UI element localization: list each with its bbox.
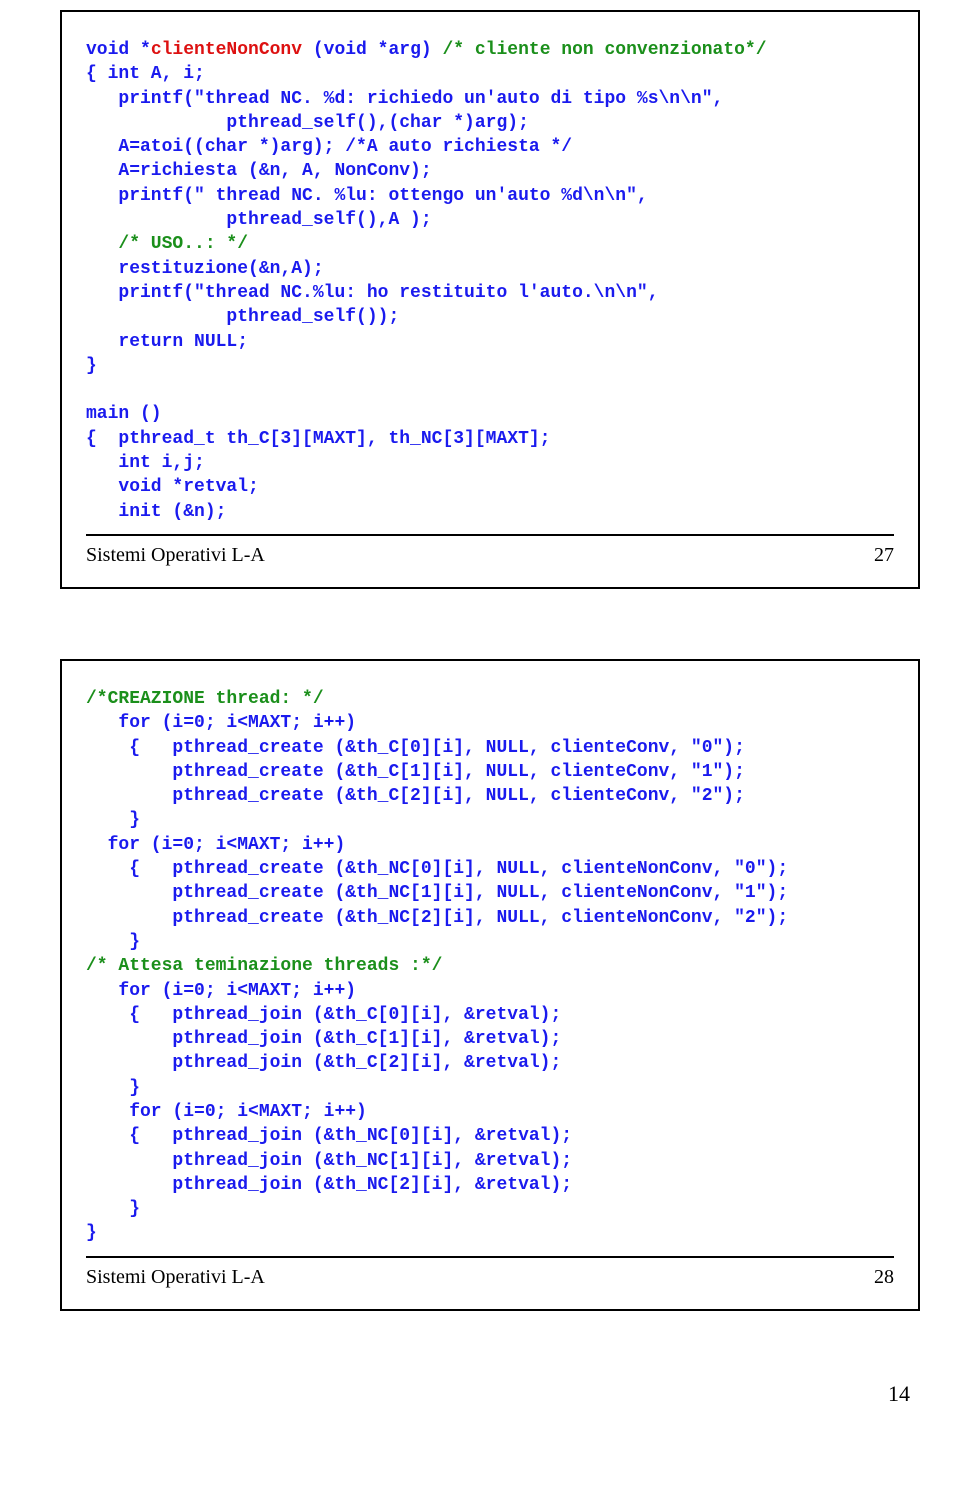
slide-1-content: void *clienteNonConv (void *arg) /* clie…	[86, 38, 894, 567]
code-line: restituzione(&n,A);	[86, 259, 324, 279]
slide-footer-title: Sistemi Operativi L-A	[86, 544, 265, 567]
code-line: pthread_create (&th_NC[2][i], NULL, clie…	[86, 908, 788, 928]
code-line: void *	[86, 40, 151, 60]
code-line: A=atoi((char *)arg); /*A auto richiesta …	[86, 137, 572, 157]
code-line: init (&n);	[86, 502, 226, 522]
code-line: pthread_self(),A );	[86, 210, 432, 230]
slide-2: /*CREAZIONE thread: */ for (i=0; i<MAXT;…	[60, 659, 920, 1311]
code-line: { pthread_create (&th_NC[0][i], NULL, cl…	[86, 859, 788, 879]
code-line: }	[86, 932, 140, 952]
code-line: pthread_self(),(char *)arg);	[86, 113, 529, 133]
code-line: printf(" thread NC. %lu: ottengo un'auto…	[86, 186, 648, 206]
code-line: }	[86, 1078, 140, 1098]
code-line: A=richiesta (&n, A, NonConv);	[86, 161, 432, 181]
code-line: pthread_join (&th_C[2][i], &retval);	[86, 1053, 561, 1073]
code-line: main ()	[86, 404, 162, 424]
code-line: pthread_self());	[86, 307, 399, 327]
code-line: return NULL;	[86, 332, 248, 352]
slide-1-footer: Sistemi Operativi L-A 27	[86, 534, 894, 567]
code-line: for (i=0; i<MAXT; i++)	[86, 1102, 367, 1122]
code-line: void *retval;	[86, 477, 259, 497]
code-line: printf("thread NC.%lu: ho restituito l'a…	[86, 283, 659, 303]
code-line: { pthread_join (&th_C[0][i], &retval);	[86, 1005, 561, 1025]
code-line: /*CREAZIONE thread: */	[86, 689, 324, 709]
code-block-1: void *clienteNonConv (void *arg) /* clie…	[86, 38, 894, 524]
code-line: for (i=0; i<MAXT; i++)	[86, 713, 356, 733]
code-line: pthread_join (&th_NC[2][i], &retval);	[86, 1175, 572, 1195]
code-line: }	[86, 810, 140, 830]
code-line: pthread_create (&th_C[1][i], NULL, clien…	[86, 762, 745, 782]
code-line: { pthread_join (&th_NC[0][i], &retval);	[86, 1126, 572, 1146]
code-line: for (i=0; i<MAXT; i++)	[86, 835, 345, 855]
code-line: }	[86, 1199, 140, 1219]
code-line: /* USO..: */	[86, 234, 248, 254]
code-line: for (i=0; i<MAXT; i++)	[86, 981, 356, 1001]
code-line: pthread_create (&th_NC[1][i], NULL, clie…	[86, 883, 788, 903]
slide-1: void *clienteNonConv (void *arg) /* clie…	[60, 10, 920, 589]
page-number: 14	[60, 1381, 920, 1407]
code-line: int i,j;	[86, 453, 205, 473]
code-line: }	[86, 356, 97, 376]
code-line: }	[86, 1223, 97, 1243]
code-line: printf("thread NC. %d: richiedo un'auto …	[86, 89, 723, 109]
code-line: { pthread_create (&th_C[0][i], NULL, cli…	[86, 738, 745, 758]
code-line: pthread_join (&th_C[1][i], &retval);	[86, 1029, 561, 1049]
slide-footer-page: 27	[874, 544, 894, 567]
code-line: { int A, i;	[86, 64, 205, 84]
code-line: { pthread_t th_C[3][MAXT], th_NC[3][MAXT…	[86, 429, 550, 449]
code-line: pthread_join (&th_NC[1][i], &retval);	[86, 1151, 572, 1171]
code-line: /* Attesa teminazione threads :*/	[86, 956, 442, 976]
code-line: clienteNonConv	[151, 40, 302, 60]
code-line: (void *arg)	[302, 40, 432, 60]
slide-footer-title: Sistemi Operativi L-A	[86, 1266, 265, 1289]
slide-2-footer: Sistemi Operativi L-A 28	[86, 1256, 894, 1289]
code-line: pthread_create (&th_C[2][i], NULL, clien…	[86, 786, 745, 806]
slide-footer-page: 28	[874, 1266, 894, 1289]
page: void *clienteNonConv (void *arg) /* clie…	[0, 0, 960, 1447]
slide-2-content: /*CREAZIONE thread: */ for (i=0; i<MAXT;…	[86, 687, 894, 1289]
code-line: /* cliente non convenzionato*/	[432, 40, 767, 60]
code-block-2: /*CREAZIONE thread: */ for (i=0; i<MAXT;…	[86, 687, 894, 1246]
